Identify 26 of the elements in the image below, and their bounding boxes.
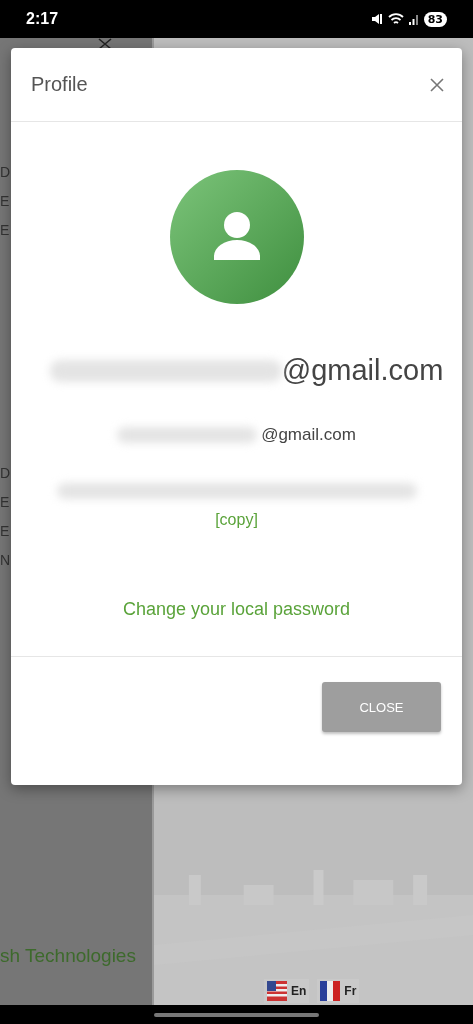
menu-text: N: [0, 551, 12, 570]
home-indicator[interactable]: [154, 1012, 319, 1017]
email-address: @gmail.com: [261, 425, 356, 445]
close-button[interactable]: CLOSE: [322, 682, 441, 732]
mute-icon: [369, 12, 384, 26]
battery-level: 83: [423, 11, 447, 27]
menu-text: E: [0, 493, 11, 512]
flag-icon: [267, 981, 287, 1001]
avatar-icon: [169, 170, 304, 304]
menu-text: E: [0, 221, 11, 240]
menu-text: E: [0, 522, 11, 541]
wifi-icon: [387, 12, 404, 26]
signal-icon: [407, 12, 420, 26]
menu-text: E: [0, 192, 11, 211]
clock-time: 2:17: [26, 10, 59, 28]
email-address: @gmail.com: [281, 354, 444, 387]
close-icon[interactable]: [98, 38, 112, 50]
language-option[interactable]: Fr: [317, 979, 360, 1003]
change-password-link[interactable]: Change your local password: [122, 599, 351, 620]
menu-text: D: [0, 464, 12, 483]
company-name: sh Technologies: [0, 945, 137, 967]
language-option[interactable]: En: [264, 979, 310, 1003]
menu-text: D: [0, 163, 12, 182]
copy-link[interactable]: [copy]: [215, 511, 258, 529]
flag-icon: [320, 981, 341, 1001]
dialog-title: Profile: [31, 73, 88, 96]
